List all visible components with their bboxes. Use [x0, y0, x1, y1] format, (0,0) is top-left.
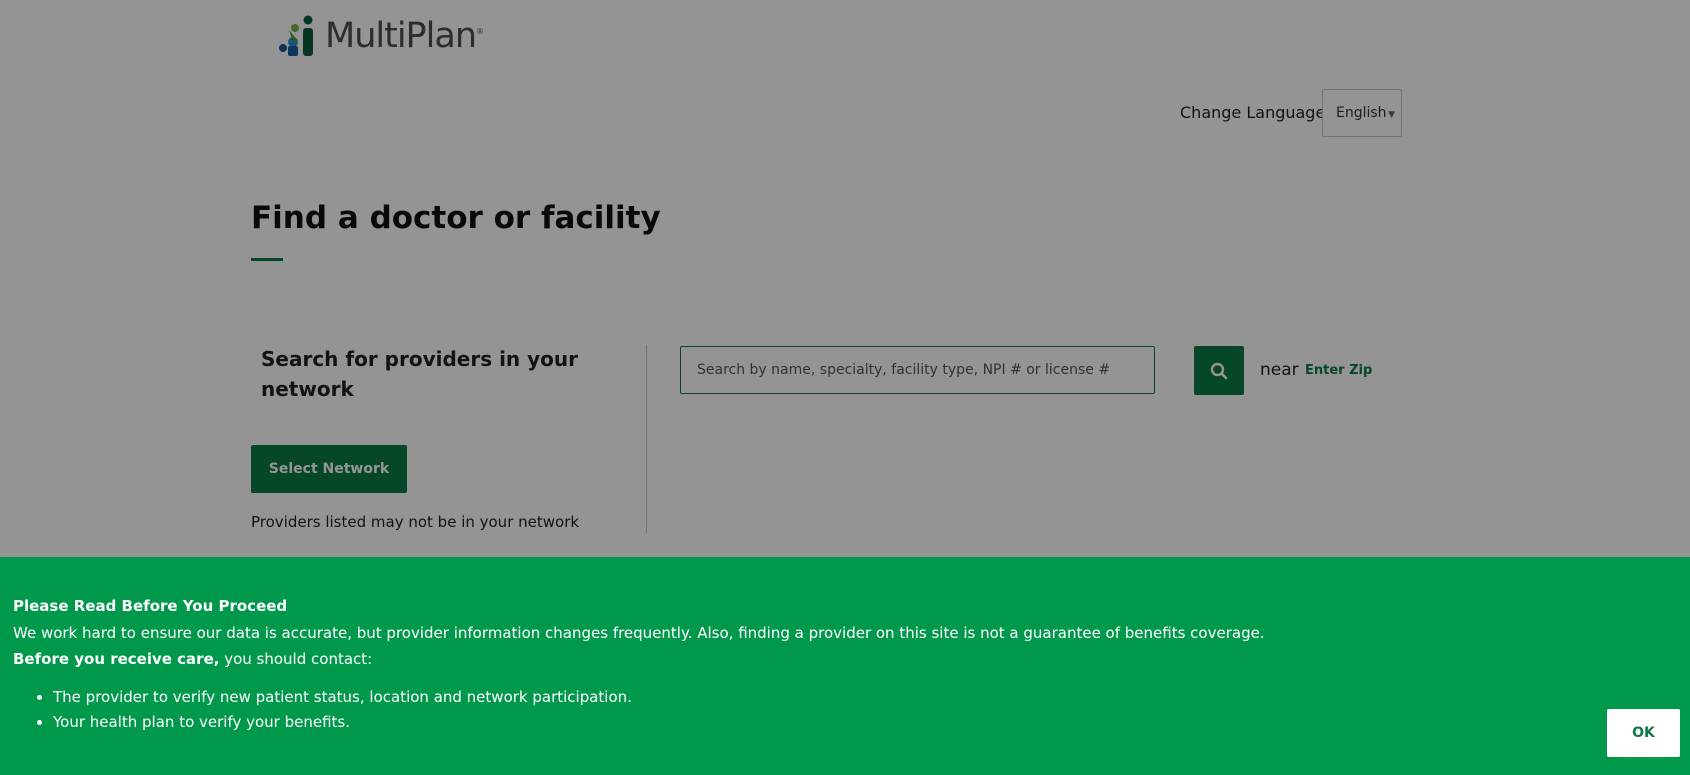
page-title: Find a doctor or facility: [251, 200, 661, 236]
ok-button[interactable]: OK: [1607, 709, 1680, 757]
multiplan-logo-mark-icon: [279, 15, 313, 56]
select-network-button[interactable]: Select Network: [251, 445, 407, 493]
logo-text: MultiPlan®: [325, 16, 484, 56]
network-heading: Search for providers in your network: [261, 347, 579, 401]
banner-list: The provider to verify new patient statu…: [13, 685, 632, 735]
search-icon: [1210, 362, 1228, 379]
network-note: Providers listed may not be in your netw…: [251, 513, 580, 531]
search-input[interactable]: [680, 346, 1155, 394]
list-item: Your health plan to verify your benefits…: [53, 710, 632, 735]
banner-title: Please Read Before You Proceed: [13, 597, 288, 615]
disclaimer-banner: Please Read Before You Proceed We work h…: [0, 557, 1690, 775]
near-label: near: [1260, 360, 1299, 380]
banner-contact-line: Before you receive care, you should cont…: [13, 650, 372, 668]
title-underline: [251, 258, 283, 261]
language-select[interactable]: English ▼: [1322, 89, 1402, 137]
search-button[interactable]: [1194, 346, 1244, 395]
column-divider: [646, 345, 647, 533]
chevron-down-icon: ▼: [1388, 110, 1395, 120]
banner-body: We work hard to ensure our data is accur…: [13, 624, 1265, 642]
change-language-label: Change Language: [1180, 103, 1326, 122]
list-item: The provider to verify new patient statu…: [53, 685, 632, 710]
banner-contact-rest: you should contact:: [219, 650, 373, 668]
language-selected-value: English: [1336, 105, 1387, 121]
multiplan-logo[interactable]: MultiPlan®: [277, 14, 484, 58]
enter-zip-link[interactable]: Enter Zip: [1305, 363, 1372, 378]
banner-contact-bold: Before you receive care,: [13, 650, 220, 668]
